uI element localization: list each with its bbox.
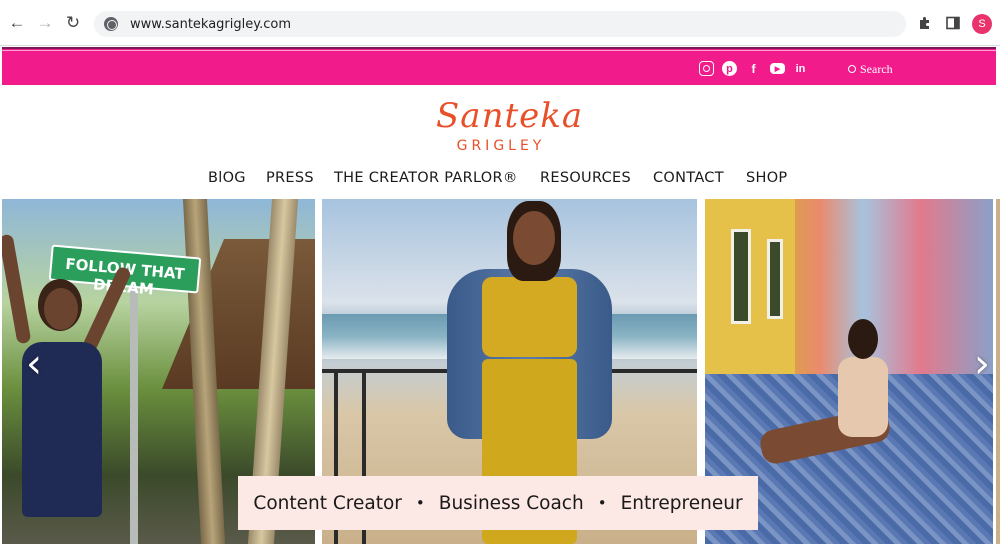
pinterest-icon[interactable]: p (722, 61, 737, 76)
carousel-next-arrow-icon[interactable]: › (968, 339, 996, 389)
hero-tagline: Content Creator • Business Coach • Entre… (238, 476, 758, 530)
search-label: Search (860, 61, 893, 76)
nav-press[interactable]: PRESS (266, 170, 314, 186)
carousel-prev-arrow-icon[interactable]: ‹ (20, 339, 48, 389)
top (482, 277, 577, 357)
dress (838, 357, 888, 437)
extensions-puzzle-icon[interactable] (916, 14, 934, 32)
browser-toolbar: ← → ↻ www.santekagrigley.com S (0, 0, 1000, 46)
forward-icon[interactable]: → (34, 12, 56, 34)
instagram-icon[interactable] (699, 61, 714, 76)
face (44, 288, 78, 330)
site-info-icon[interactable] (104, 17, 118, 31)
window (731, 229, 751, 324)
nav-shop[interactable]: SHOP (746, 170, 787, 186)
tagline-separator: • (415, 494, 425, 512)
reload-icon[interactable]: ↻ (62, 12, 84, 34)
url-text[interactable]: www.santekagrigley.com (130, 17, 291, 32)
face (513, 211, 555, 265)
window (767, 239, 783, 319)
address-bar[interactable]: www.santekagrigley.com (94, 11, 906, 37)
woman-seated (750, 319, 925, 489)
nav-contact[interactable]: CONTACT (653, 170, 724, 186)
sign-pole (130, 287, 138, 544)
hero-gallery: FOLLOW THAT DREAM (0, 199, 1000, 544)
woman-navy-dress (2, 233, 133, 544)
tagline-entrepreneur: Entrepreneur (620, 492, 743, 514)
tagline-separator: • (597, 494, 607, 512)
hero-photo-4 (996, 199, 1000, 544)
search-icon (848, 65, 856, 73)
profile-avatar[interactable]: S (972, 14, 992, 34)
linkedin-icon[interactable]: in (793, 61, 808, 76)
social-top-bar: p f ▶ in Search (2, 47, 996, 85)
logo-script[interactable]: Santeka (436, 96, 582, 136)
back-icon[interactable]: ← (6, 12, 28, 34)
nav-creator-parlor[interactable]: THE CREATOR PARLOR® (334, 170, 518, 186)
tagline-business-coach: Business Coach (438, 492, 584, 514)
hair (848, 319, 878, 359)
main-nav: BlOG PRESS THE CREATOR PARLOR® RESOURCES… (0, 170, 1000, 190)
youtube-icon[interactable]: ▶ (770, 63, 785, 74)
arm (2, 233, 32, 345)
arm (81, 265, 133, 353)
tagline-content-creator: Content Creator (253, 492, 402, 514)
site-search[interactable]: Search (848, 61, 893, 77)
facebook-icon[interactable]: f (746, 61, 761, 76)
side-panel-icon[interactable] (944, 14, 962, 32)
nav-resources[interactable]: RESOURCES (540, 170, 631, 186)
nav-blog[interactable]: BlOG (208, 170, 246, 186)
web-page: p f ▶ in Search Santeka GRIGLEY BlOG PRE… (0, 46, 1000, 552)
logo-subtitle[interactable]: GRIGLEY (436, 138, 566, 154)
